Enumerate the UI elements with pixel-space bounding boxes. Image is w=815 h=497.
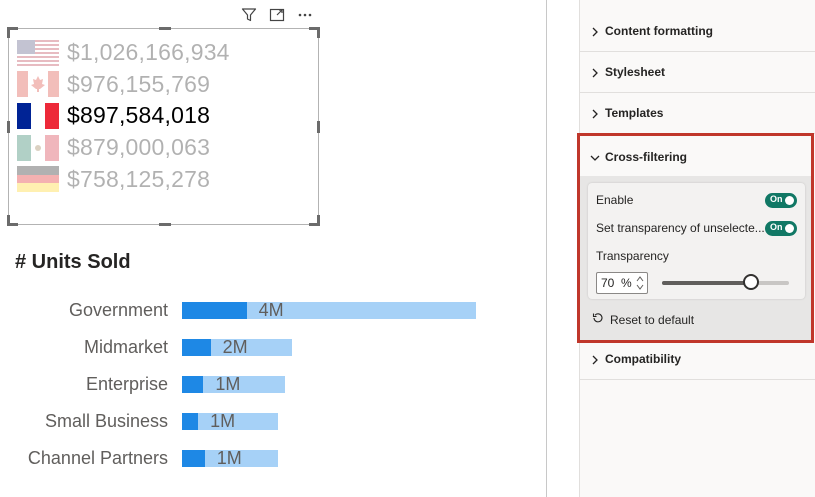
transparency-spinbox[interactable]: 70 % — [596, 272, 648, 294]
reset-icon — [592, 312, 604, 327]
chevron-right-icon — [590, 65, 600, 83]
resize-handle[interactable] — [159, 27, 171, 30]
transparency-toggle-label: Set transparency of unselecte... — [596, 221, 765, 235]
country-sales-visual[interactable]: $1,026,166,934 $976,155,769 $897,584,018… — [7, 27, 320, 226]
bar-data-label: 1M — [215, 374, 241, 394]
visual-header-toolbar — [240, 6, 314, 24]
section-label: Compatibility — [605, 352, 682, 366]
country-row-mexico[interactable]: $879,000,063 — [17, 132, 230, 164]
spin-arrows-icon[interactable] — [635, 274, 645, 292]
bar-category-label: Government — [68, 300, 168, 320]
sales-amount: $1,026,166,934 — [67, 39, 230, 66]
bar-row[interactable]: Small Business 1M — [0, 410, 546, 432]
focus-mode-icon[interactable] — [268, 6, 286, 24]
chevron-right-icon — [590, 24, 600, 42]
resize-handle[interactable] — [309, 27, 320, 38]
transparency-unit: % — [621, 276, 632, 290]
filter-icon[interactable] — [240, 6, 258, 24]
bar-category-label: Small Business — [44, 411, 168, 431]
cross-filtering-highlight: Cross-filtering Enable On Set transparen… — [577, 133, 814, 343]
bar-category-label: Enterprise — [85, 374, 168, 394]
resize-handle[interactable] — [159, 223, 171, 226]
resize-handle[interactable] — [309, 215, 320, 226]
country-row-germany[interactable]: $758,125,278 — [17, 163, 230, 195]
sales-amount: $879,000,063 — [67, 134, 211, 161]
transparency-value: 70 — [601, 276, 615, 290]
country-list: $1,026,166,934 $976,155,769 $897,584,018… — [17, 37, 230, 195]
bar-data-label: 1M — [216, 448, 242, 468]
section-templates[interactable]: Templates — [580, 94, 815, 134]
transparency-toggle[interactable]: On — [765, 221, 797, 236]
country-row-us[interactable]: $1,026,166,934 — [17, 37, 230, 69]
toggle-state: On — [770, 194, 783, 204]
resize-handle[interactable] — [7, 215, 18, 226]
bar-highlighted[interactable] — [182, 413, 199, 430]
bar-data-label: 2M — [222, 337, 248, 357]
chevron-right-icon — [590, 106, 600, 124]
toggle-knob — [785, 224, 794, 233]
bar-row[interactable]: Channel Partners 1M — [0, 447, 546, 469]
chevron-down-icon — [590, 150, 600, 168]
section-stylesheet[interactable]: Stylesheet — [580, 53, 815, 93]
chart-title: # Units Sold — [15, 251, 131, 273]
country-row-france[interactable]: $897,584,018 — [17, 100, 230, 132]
report-canvas: $1,026,166,934 $976,155,769 $897,584,018… — [0, 0, 547, 497]
bar-data-label: 1M — [210, 411, 236, 431]
section-label: Stylesheet — [605, 65, 666, 79]
bar-row[interactable]: Midmarket 2M — [0, 336, 546, 358]
transparency-label: Transparency — [596, 249, 669, 263]
bar-row[interactable]: Enterprise 1M — [0, 373, 546, 395]
transparency-slider[interactable] — [662, 274, 789, 290]
bar-category-label: Channel Partners — [27, 448, 168, 468]
resize-handle[interactable] — [317, 121, 320, 133]
us-flag-icon — [17, 39, 59, 66]
more-options-icon[interactable] — [296, 6, 314, 24]
toggle-state: On — [770, 222, 783, 232]
section-compatibility[interactable]: Compatibility — [580, 340, 815, 380]
bar-highlighted[interactable] — [182, 376, 204, 393]
slider-thumb[interactable] — [742, 274, 759, 290]
enable-toggle[interactable]: On — [765, 193, 797, 208]
france-flag-icon — [17, 102, 59, 129]
reset-to-default-button[interactable]: Reset to default — [592, 312, 694, 327]
section-label: Cross-filtering — [605, 150, 688, 164]
bar-highlighted[interactable] — [182, 450, 205, 467]
enable-label: Enable — [596, 193, 634, 207]
bar-category-label: Midmarket — [83, 337, 168, 357]
country-row-canada[interactable]: $976,155,769 — [17, 69, 230, 101]
resize-handle[interactable] — [7, 121, 10, 133]
canada-flag-icon — [17, 71, 59, 98]
sales-amount: $758,125,278 — [67, 165, 211, 192]
bar-data-label: 4M — [258, 300, 284, 320]
toggle-knob — [785, 196, 794, 205]
section-content-formatting[interactable]: Content formatting — [580, 12, 815, 52]
canvas-divider — [546, 0, 547, 497]
section-cross-filtering[interactable]: Cross-filtering — [580, 136, 811, 176]
mexico-flag-icon — [17, 134, 59, 161]
bar-highlighted[interactable] — [182, 339, 211, 356]
section-label: Content formatting — [605, 24, 713, 38]
sales-amount: $976,155,769 — [67, 70, 211, 97]
slider-fill — [662, 281, 751, 285]
germany-flag-icon — [17, 166, 59, 193]
cross-filtering-settings: Enable On Set transparency of unselecte.… — [588, 183, 805, 299]
sales-amount: $897,584,018 — [67, 102, 211, 129]
bar-row[interactable]: Government 4M — [0, 299, 546, 321]
chevron-right-icon — [590, 352, 600, 370]
reset-label: Reset to default — [610, 312, 695, 327]
section-label: Templates — [605, 106, 664, 120]
bar-highlighted[interactable] — [182, 302, 247, 319]
